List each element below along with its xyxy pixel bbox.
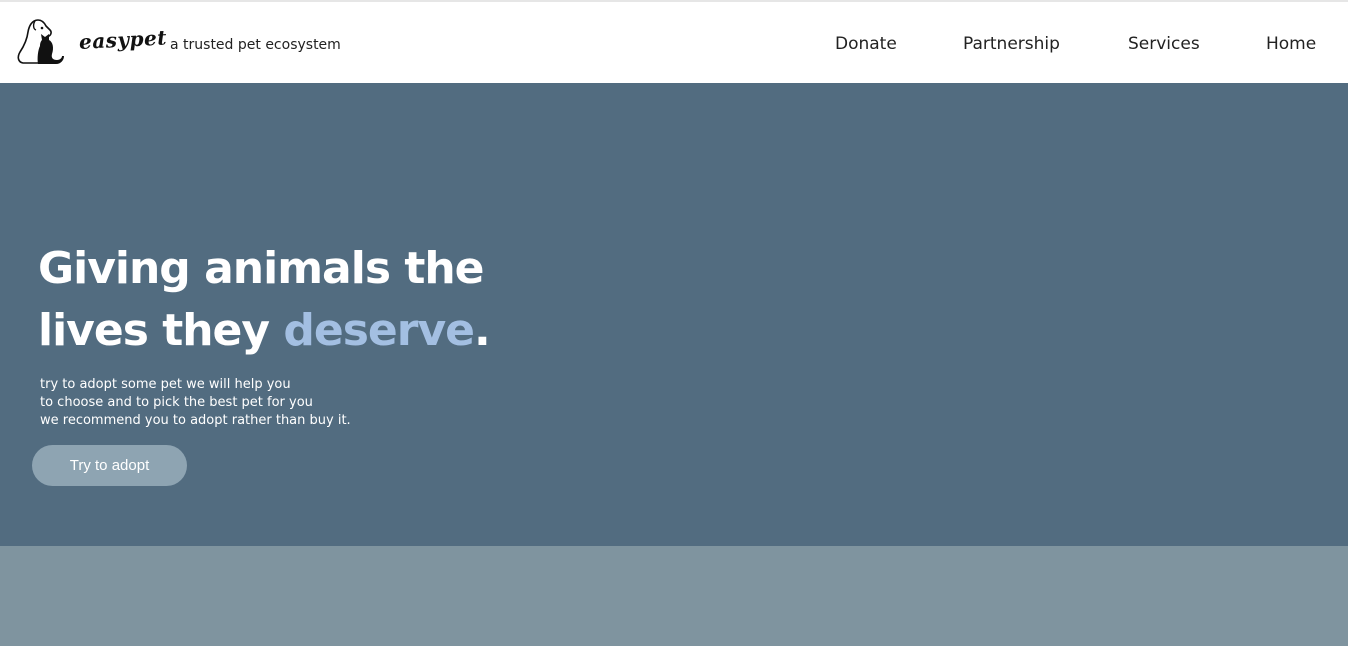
lower-band [0, 546, 1348, 646]
site-header: easypet a trusted pet ecosystem Donate P… [0, 2, 1348, 83]
brand-wordmark[interactable]: easypet [78, 25, 167, 54]
hero-heading-line1: Giving animals the [38, 243, 485, 294]
brand-tagline: a trusted pet ecosystem [170, 37, 341, 53]
hero-description-line: we recommend you to adopt rather than bu… [40, 413, 351, 428]
try-to-adopt-button[interactable]: Try to adopt [32, 445, 187, 486]
hero-description-line: to choose and to pick the best pet for y… [40, 395, 313, 410]
hero-heading: Giving animals the lives they deserve. [38, 238, 491, 362]
hero-description-line: try to adopt some pet we will help you [40, 377, 291, 392]
hero-heading-accent: deserve [283, 305, 475, 356]
nav-home[interactable]: Home [1266, 34, 1316, 54]
nav-services[interactable]: Services [1128, 34, 1200, 54]
hero-section: Giving animals the lives they deserve. t… [0, 83, 1348, 546]
hero-heading-end: . [474, 305, 491, 356]
hero-description: try to adopt some pet we will help you t… [40, 376, 351, 430]
nav-partnership[interactable]: Partnership [963, 34, 1060, 54]
dog-and-cat-logo-icon[interactable] [16, 18, 66, 66]
nav-donate[interactable]: Donate [835, 34, 897, 54]
hero-heading-line2-start: lives they [38, 305, 284, 356]
